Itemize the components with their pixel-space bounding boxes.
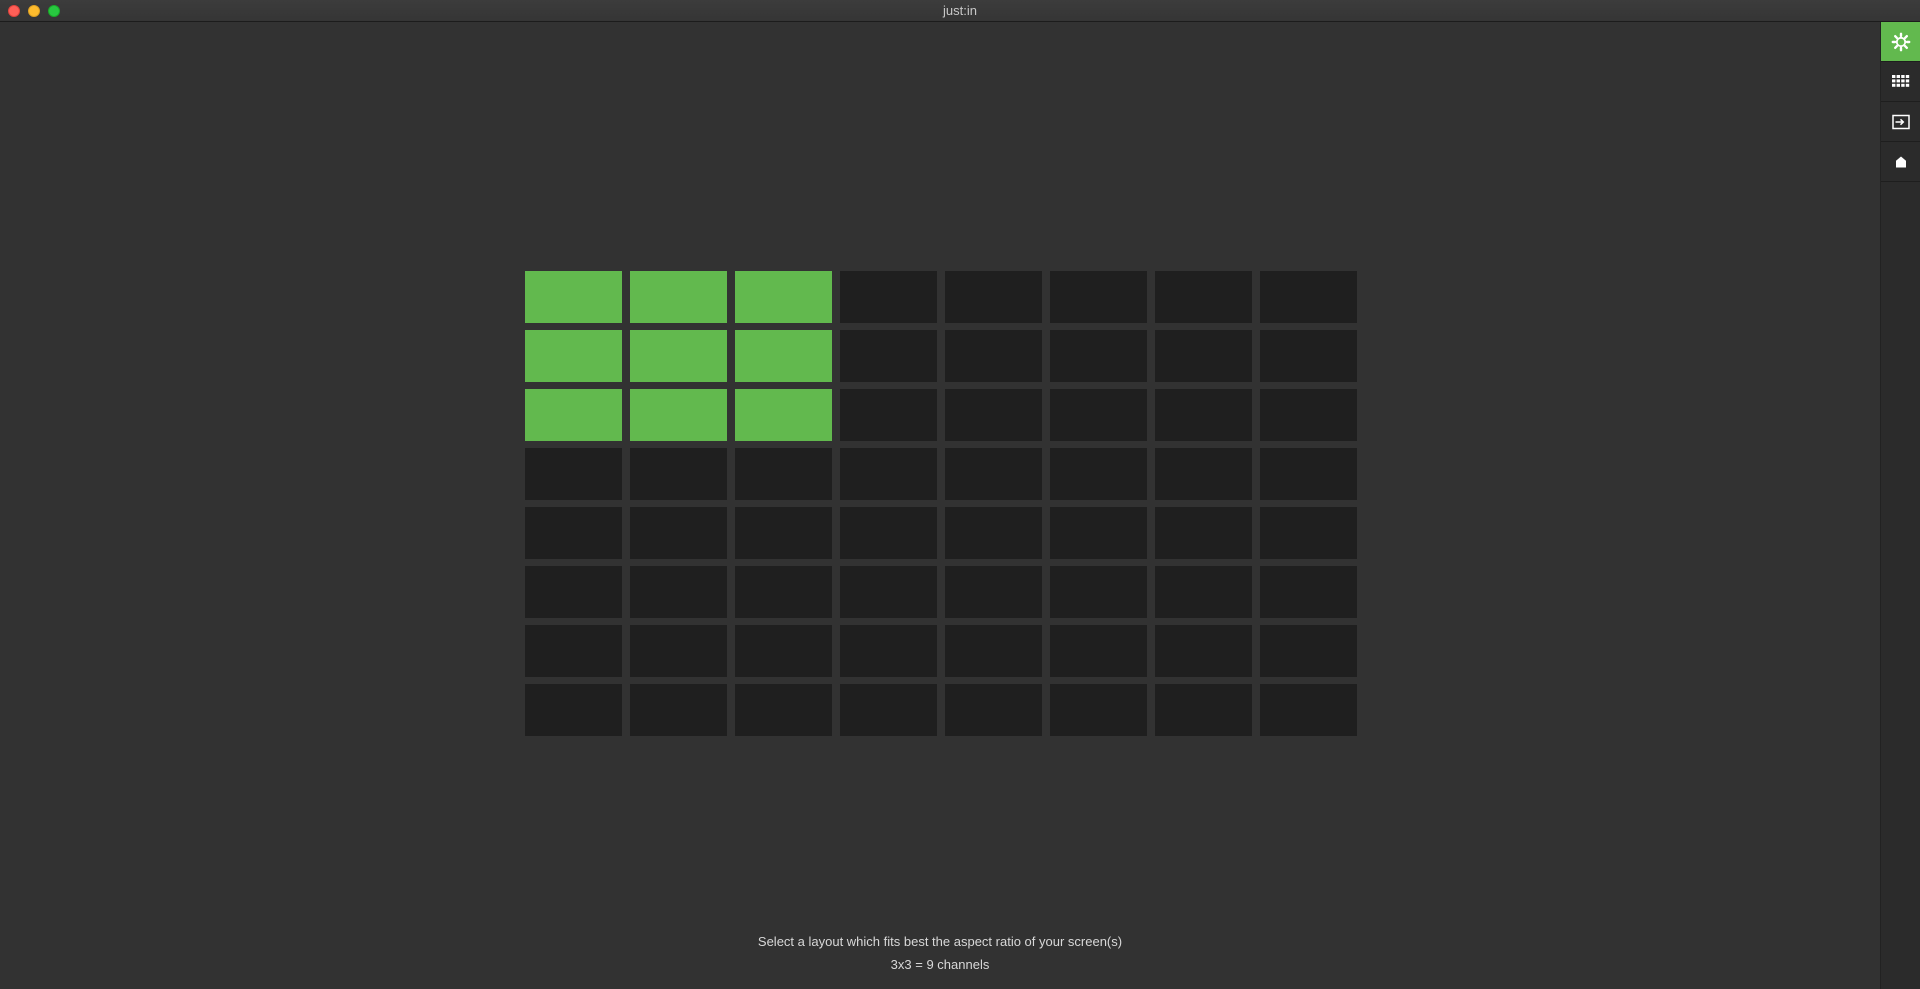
input-source-button[interactable] xyxy=(1881,102,1920,142)
layout-cell-4x2[interactable] xyxy=(630,448,727,500)
layout-cell-6x3[interactable] xyxy=(735,566,832,618)
layout-cell-6x4[interactable] xyxy=(840,566,937,618)
layout-cell-5x3[interactable] xyxy=(735,507,832,559)
layout-cell-7x5[interactable] xyxy=(945,625,1042,677)
gear-icon xyxy=(1891,32,1911,52)
layout-cell-6x6[interactable] xyxy=(1050,566,1147,618)
layout-cell-5x2[interactable] xyxy=(630,507,727,559)
layout-cell-5x8[interactable] xyxy=(1260,507,1357,559)
layout-cell-5x1[interactable] xyxy=(525,507,622,559)
layout-cell-3x6[interactable] xyxy=(1050,389,1147,441)
layout-cell-2x7[interactable] xyxy=(1155,330,1252,382)
layout-cell-1x2[interactable] xyxy=(630,271,727,323)
layout-cell-8x2[interactable] xyxy=(630,684,727,736)
layout-grid xyxy=(525,271,1357,736)
layout-cell-4x3[interactable] xyxy=(735,448,832,500)
layout-cell-3x4[interactable] xyxy=(840,389,937,441)
layout-cell-2x2[interactable] xyxy=(630,330,727,382)
layout-selector-panel: Select a layout which fits best the aspe… xyxy=(0,22,1880,989)
layout-cell-4x7[interactable] xyxy=(1155,448,1252,500)
layout-cell-8x7[interactable] xyxy=(1155,684,1252,736)
layout-cell-7x4[interactable] xyxy=(840,625,937,677)
layout-cell-8x8[interactable] xyxy=(1260,684,1357,736)
layout-cell-7x3[interactable] xyxy=(735,625,832,677)
layout-cell-4x1[interactable] xyxy=(525,448,622,500)
settings-button[interactable] xyxy=(1881,22,1920,62)
layout-cell-3x2[interactable] xyxy=(630,389,727,441)
layout-cell-7x1[interactable] xyxy=(525,625,622,677)
layout-cell-2x6[interactable] xyxy=(1050,330,1147,382)
layout-grid-button[interactable] xyxy=(1881,62,1920,102)
layout-cell-7x7[interactable] xyxy=(1155,625,1252,677)
layout-cell-3x3[interactable] xyxy=(735,389,832,441)
layout-cell-7x6[interactable] xyxy=(1050,625,1147,677)
layout-cell-6x5[interactable] xyxy=(945,566,1042,618)
app-window: just:in Select a layout which fits best … xyxy=(0,0,1920,989)
layout-cell-2x5[interactable] xyxy=(945,330,1042,382)
layout-cell-4x6[interactable] xyxy=(1050,448,1147,500)
layout-cell-6x8[interactable] xyxy=(1260,566,1357,618)
layout-cell-4x8[interactable] xyxy=(1260,448,1357,500)
home-button[interactable] xyxy=(1881,142,1920,182)
layout-cell-4x4[interactable] xyxy=(840,448,937,500)
layout-cell-6x2[interactable] xyxy=(630,566,727,618)
layout-cell-1x5[interactable] xyxy=(945,271,1042,323)
layout-cell-1x4[interactable] xyxy=(840,271,937,323)
layout-cell-3x7[interactable] xyxy=(1155,389,1252,441)
layout-cell-8x3[interactable] xyxy=(735,684,832,736)
layout-cell-3x8[interactable] xyxy=(1260,389,1357,441)
layout-cell-6x7[interactable] xyxy=(1155,566,1252,618)
layout-cell-8x1[interactable] xyxy=(525,684,622,736)
layout-cell-5x4[interactable] xyxy=(840,507,937,559)
layout-cell-1x1[interactable] xyxy=(525,271,622,323)
layout-cell-8x6[interactable] xyxy=(1050,684,1147,736)
layout-cell-7x8[interactable] xyxy=(1260,625,1357,677)
layout-cell-2x3[interactable] xyxy=(735,330,832,382)
layout-cell-5x7[interactable] xyxy=(1155,507,1252,559)
layout-cell-3x5[interactable] xyxy=(945,389,1042,441)
layout-cell-2x8[interactable] xyxy=(1260,330,1357,382)
home-icon xyxy=(1895,156,1907,168)
layout-cell-1x7[interactable] xyxy=(1155,271,1252,323)
layout-cell-4x5[interactable] xyxy=(945,448,1042,500)
layout-cell-1x3[interactable] xyxy=(735,271,832,323)
layout-cell-7x2[interactable] xyxy=(630,625,727,677)
title-bar: just:in xyxy=(0,0,1920,22)
layout-cell-8x5[interactable] xyxy=(945,684,1042,736)
channel-count-text: 3x3 = 9 channels xyxy=(890,957,990,972)
layout-cell-3x1[interactable] xyxy=(525,389,622,441)
grid-icon xyxy=(1892,74,1910,89)
input-icon xyxy=(1892,114,1910,130)
layout-cell-6x1[interactable] xyxy=(525,566,622,618)
layout-cell-2x4[interactable] xyxy=(840,330,937,382)
layout-cell-1x6[interactable] xyxy=(1050,271,1147,323)
layout-cell-2x1[interactable] xyxy=(525,330,622,382)
layout-cell-8x4[interactable] xyxy=(840,684,937,736)
layout-hint-text: Select a layout which fits best the aspe… xyxy=(757,934,1123,949)
layout-cell-1x8[interactable] xyxy=(1260,271,1357,323)
window-title: just:in xyxy=(943,3,977,18)
layout-cell-5x5[interactable] xyxy=(945,507,1042,559)
layout-cell-5x6[interactable] xyxy=(1050,507,1147,559)
right-sidebar xyxy=(1880,22,1920,989)
